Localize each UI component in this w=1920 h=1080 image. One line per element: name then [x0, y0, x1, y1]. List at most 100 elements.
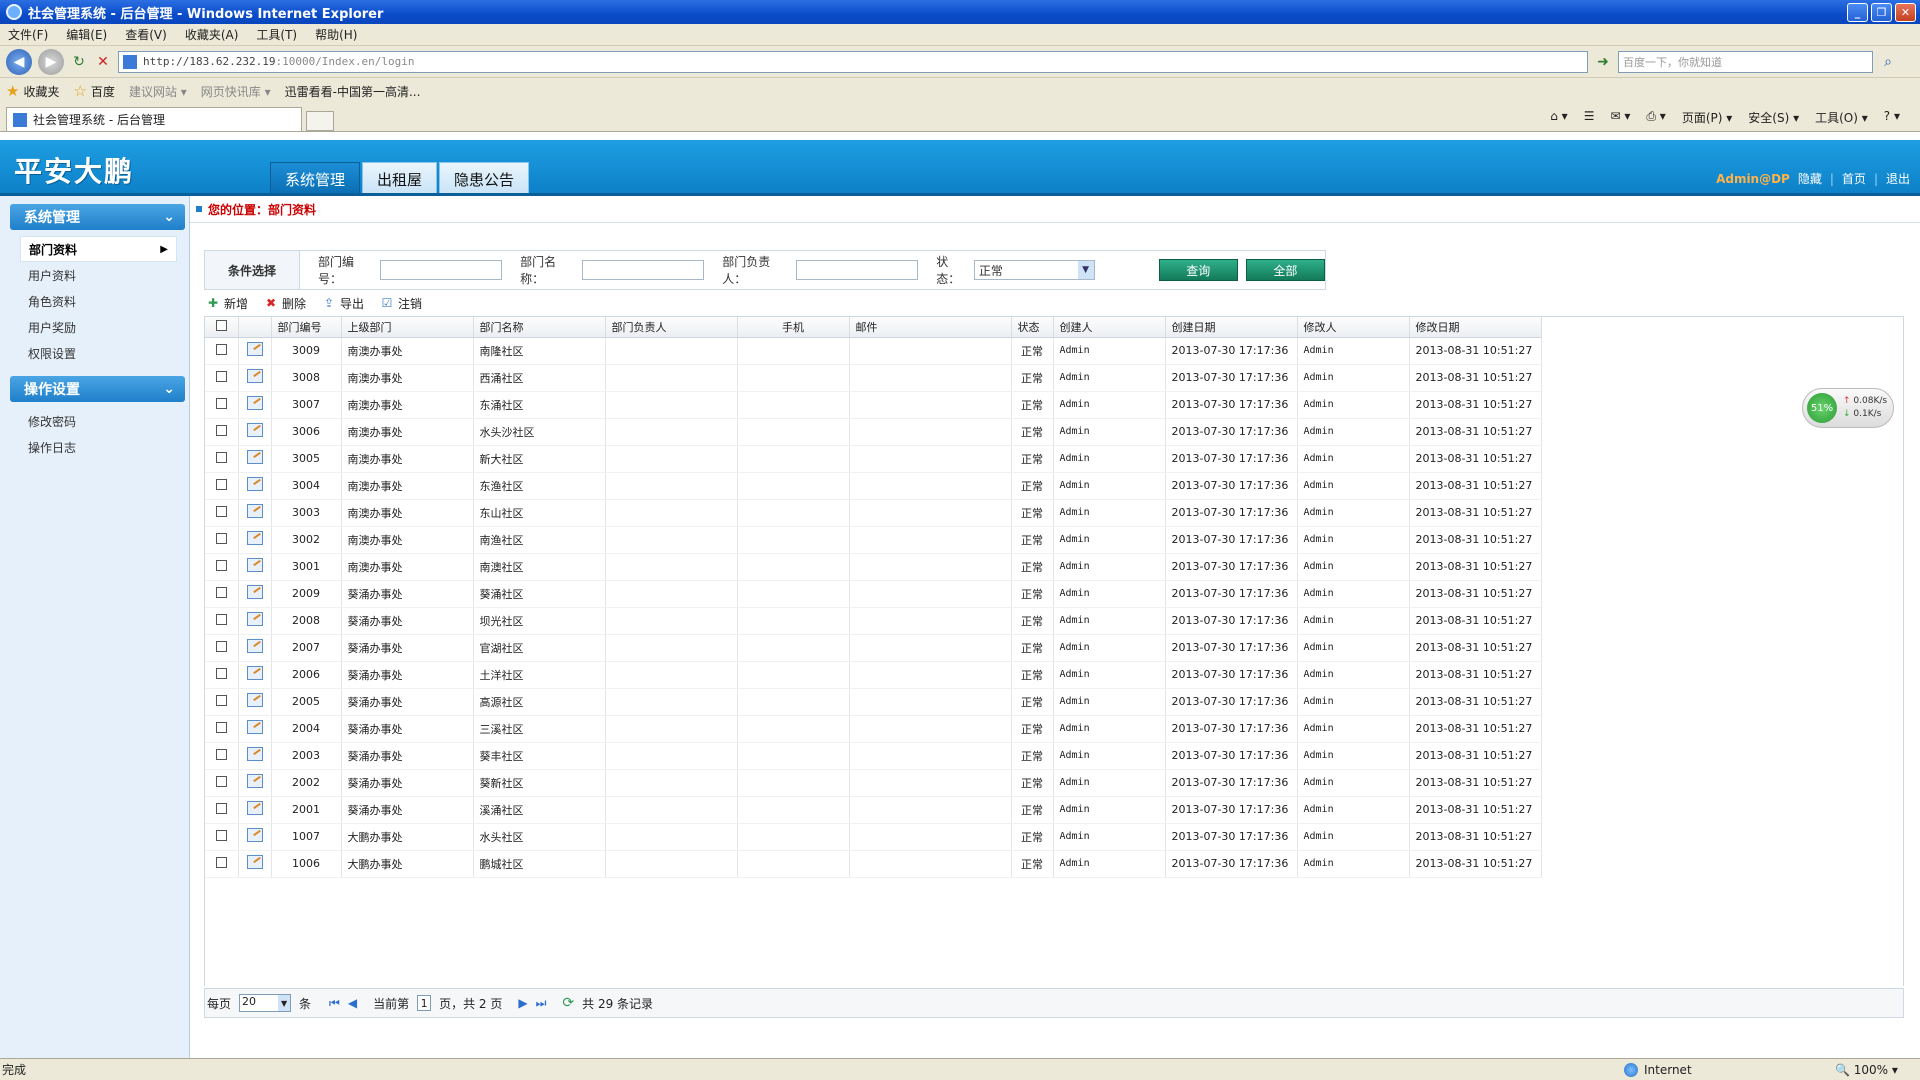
sidebar-item-dept-info[interactable]: 部门资料 ▶ [20, 236, 177, 262]
row-checkbox[interactable] [215, 478, 227, 490]
sidebar-item-operation-log[interactable]: 操作日志 [0, 434, 189, 460]
tab-rental-houses[interactable]: 出租屋 [362, 162, 438, 196]
dept-name-input[interactable] [582, 260, 705, 280]
status-select[interactable]: 正常 [973, 260, 1095, 280]
edit-icon[interactable] [246, 720, 263, 734]
table-row[interactable]: 3007 南澳办事处 东涌社区 正常 Admin 2013-07-30 17:17:36 A… [205, 391, 1542, 419]
table-row[interactable]: 2004 葵涌办事处 三溪社区 正常 Admin 2013-07-30 17:17:36 A… [205, 715, 1542, 743]
go-icon[interactable]: ➜ [1594, 53, 1612, 71]
table-row[interactable]: 3003 南澳办事处 东山社区 正常 Admin 2013-07-30 17:17:36 A… [205, 499, 1542, 527]
row-checkbox[interactable] [215, 694, 227, 706]
row-checkbox[interactable] [215, 748, 227, 760]
col-dept-name[interactable]: 部门名称 [473, 317, 606, 338]
tab-hazard-notices[interactable]: 隐患公告 [439, 162, 530, 196]
query-button[interactable]: 查询 [1158, 259, 1238, 281]
row-checkbox[interactable] [215, 613, 227, 625]
help-icon[interactable]: ? ▾ [1884, 109, 1900, 126]
zoom-level[interactable]: 🔍 100% ▾ [1835, 1063, 1898, 1077]
row-checkbox[interactable] [215, 424, 227, 436]
close-window-button[interactable]: ✕ [1895, 2, 1916, 22]
col-dept-no[interactable]: 部门编号 [271, 317, 342, 338]
table-row[interactable]: 3006 南澳办事处 水头沙社区 正常 Admin 2013-07-30 17:17:36… [205, 418, 1542, 446]
row-checkbox[interactable] [215, 370, 227, 382]
row-checkbox[interactable] [215, 640, 227, 652]
row-checkbox[interactable] [215, 451, 227, 463]
feeds-icon[interactable]: ☰ [1584, 109, 1595, 126]
sidebar-item-change-password[interactable]: 修改密码 [0, 408, 189, 434]
address-bar[interactable]: http://183.62.232.19 :10000/Index.en/log… [118, 50, 1588, 73]
table-row[interactable]: 3004 南澳办事处 东渔社区 正常 Admin 2013-07-30 17:17:36 A… [205, 472, 1542, 500]
security-zone[interactable]: Internet [1624, 1062, 1692, 1077]
row-checkbox[interactable] [215, 505, 227, 517]
stop-icon[interactable]: ✕ [94, 53, 112, 71]
sidebar-item-permissions[interactable]: 权限设置 [0, 340, 189, 366]
menu-file[interactable]: 文件(F) [8, 26, 48, 43]
col-status[interactable]: 状态 [1011, 317, 1054, 338]
col-parent-dept[interactable]: 上级部门 [341, 317, 474, 338]
favorites-button[interactable]: ★ 收藏夹 [6, 82, 59, 100]
edit-icon[interactable] [246, 774, 263, 788]
row-checkbox[interactable] [215, 775, 227, 787]
edit-icon[interactable] [246, 342, 263, 356]
sidebar-section-system[interactable]: 系统管理 ⌄ [10, 204, 185, 230]
edit-icon[interactable] [246, 612, 263, 626]
cmd-page[interactable]: 页面(P) ▾ [1682, 109, 1732, 126]
col-phone[interactable]: 手机 [737, 317, 850, 338]
deactivate-button[interactable]: ☑ 注销 [380, 295, 422, 312]
edit-icon[interactable] [246, 801, 263, 815]
dept-head-input[interactable] [796, 260, 919, 280]
edit-icon[interactable] [246, 585, 263, 599]
edit-icon[interactable] [246, 747, 263, 761]
dept-no-input[interactable] [380, 260, 503, 280]
delete-button[interactable]: ✖ 删除 [264, 295, 306, 312]
col-email[interactable]: 邮件 [849, 317, 1012, 338]
edit-icon[interactable] [246, 558, 263, 572]
fav-xunlei[interactable]: 迅雷看看-中国第一高清... [285, 83, 421, 100]
logout-link[interactable]: 退出 [1886, 170, 1910, 187]
table-row[interactable]: 3002 南澳办事处 南渔社区 正常 Admin 2013-07-30 17:17:36 A… [205, 526, 1542, 554]
table-row[interactable]: 2009 葵涌办事处 葵涌社区 正常 Admin 2013-07-30 17:17:36 A… [205, 580, 1542, 608]
mail-icon[interactable]: ✉ ▾ [1610, 109, 1630, 126]
menu-tools[interactable]: 工具(T) [256, 26, 297, 43]
table-row[interactable]: 2006 葵涌办事处 土洋社区 正常 Admin 2013-07-30 17:17:36 A… [205, 661, 1542, 689]
table-row[interactable]: 3001 南澳办事处 南澳社区 正常 Admin 2013-07-30 17:17:36 A… [205, 553, 1542, 581]
per-page-select[interactable]: 20 [239, 994, 292, 1012]
row-checkbox[interactable] [215, 397, 227, 409]
edit-icon[interactable] [246, 423, 263, 437]
select-all-checkbox[interactable] [215, 319, 227, 331]
export-button[interactable]: ⇪ 导出 [322, 295, 364, 312]
table-row[interactable]: 2008 葵涌办事处 坝光社区 正常 Admin 2013-07-30 17:17:36 A… [205, 607, 1542, 635]
row-checkbox[interactable] [215, 532, 227, 544]
table-row[interactable]: 2003 葵涌办事处 葵丰社区 正常 Admin 2013-07-30 17:17:36 A… [205, 742, 1542, 770]
refresh-icon[interactable]: ⟳ [562, 995, 574, 1011]
sidebar-item-user-info[interactable]: 用户资料 [0, 262, 189, 288]
edit-icon[interactable] [246, 855, 263, 869]
row-checkbox[interactable] [215, 721, 227, 733]
fav-suggested-sites[interactable]: 建议网站 ▾ [129, 83, 187, 100]
sidebar-item-user-rewards[interactable]: 用户奖励 [0, 314, 189, 340]
menu-edit[interactable]: 编辑(E) [66, 26, 107, 43]
edit-icon[interactable] [246, 450, 263, 464]
hide-link[interactable]: 隐藏 [1798, 170, 1822, 187]
row-checkbox[interactable] [215, 667, 227, 679]
next-page-icon[interactable]: ▶ [518, 996, 527, 1010]
edit-icon[interactable] [246, 693, 263, 707]
table-row[interactable]: 1007 大鹏办事处 水头社区 正常 Admin 2013-07-30 17:17:36 A… [205, 823, 1542, 851]
table-row[interactable]: 2007 葵涌办事处 官湖社区 正常 Admin 2013-07-30 17:17:36 A… [205, 634, 1542, 662]
edit-icon[interactable] [246, 504, 263, 518]
back-button[interactable]: ◀ [6, 48, 32, 75]
network-speed-widget[interactable]: 51% ↑ 0.08K/s ↓ 0.1K/s [1802, 388, 1894, 428]
col-modified-date[interactable]: 修改日期 [1409, 317, 1542, 338]
table-row[interactable]: 3008 南澳办事处 西涌社区 正常 Admin 2013-07-30 17:17:36 A… [205, 364, 1542, 392]
fav-web-slices[interactable]: 网页快讯库 ▾ [201, 83, 271, 100]
menu-help[interactable]: 帮助(H) [315, 26, 357, 43]
table-row[interactable]: 3005 南澳办事处 新大社区 正常 Admin 2013-07-30 17:17:36 A… [205, 445, 1542, 473]
refresh-icon[interactable]: ↻ [70, 53, 88, 71]
tab-system-management[interactable]: 系统管理 [270, 162, 361, 196]
row-checkbox[interactable] [215, 559, 227, 571]
first-page-icon[interactable]: ⏮ [329, 996, 340, 1011]
add-button[interactable]: ✚ 新增 [206, 295, 248, 312]
forward-button[interactable]: ▶ [38, 48, 64, 75]
minimize-button[interactable]: _ [1847, 2, 1868, 22]
col-modifier[interactable]: 修改人 [1297, 317, 1410, 338]
